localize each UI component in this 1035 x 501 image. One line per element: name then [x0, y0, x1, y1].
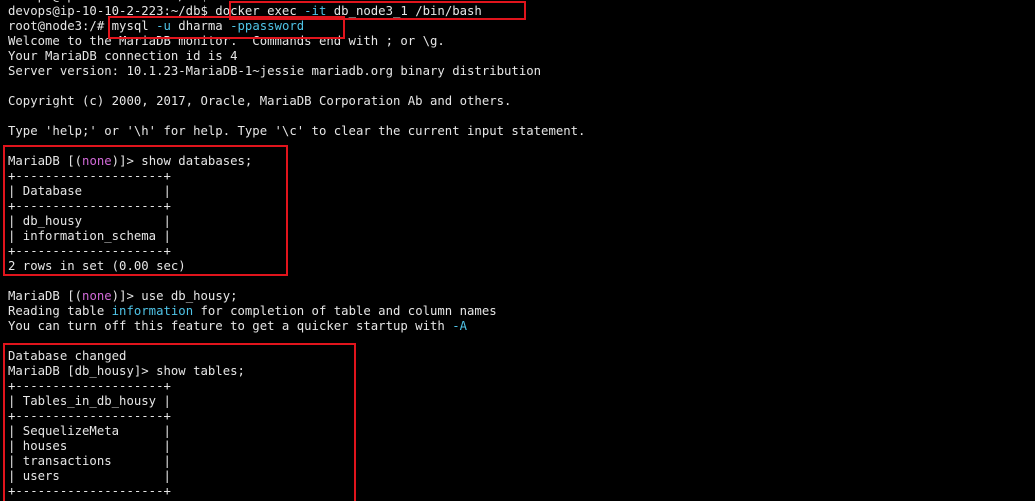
terminal-text: )]> show databases; [111, 154, 253, 168]
terminal-text: none [82, 289, 112, 303]
terminal-text: none [82, 154, 112, 168]
terminal-text: Welcome to the MariaDB monitor. Commands… [8, 34, 445, 48]
terminal-line: MariaDB [(none)]> show databases; [8, 154, 585, 169]
terminal-text: )]> use db_housy; [111, 289, 238, 303]
terminal-line: MariaDB [(none)]> use db_housy; [8, 289, 585, 304]
terminal-text: | houses | [8, 439, 171, 453]
terminal-text: You can turn off this feature to get a q… [8, 319, 453, 333]
terminal-line: Welcome to the MariaDB monitor. Commands… [8, 34, 585, 49]
terminal-line: +--------------------+ [8, 199, 585, 214]
terminal-line: +--------------------+ [8, 379, 585, 394]
terminal-output: devops@ip-10-10-2-223:~/db$ lsdevops@ip-… [8, 0, 585, 499]
terminal-line: | db_housy | [8, 214, 585, 229]
terminal-line: Reading table information for completion… [8, 304, 585, 319]
terminal-text: root@node3:/# mysql [8, 19, 157, 33]
terminal-text: | Tables_in_db_housy | [8, 394, 171, 408]
terminal-text: devops@ip-10-10-2-223:~/db$ ls [8, 0, 230, 3]
terminal-text: -A [452, 319, 468, 333]
terminal-line: 2 rows in set (0.00 sec) [8, 259, 585, 274]
terminal-line: | users | [8, 469, 585, 484]
terminal-text: +--------------------+ [8, 244, 171, 258]
terminal-text: +--------------------+ [8, 169, 171, 183]
terminal-text: for completion of table and column names [193, 304, 497, 318]
terminal-line: | houses | [8, 439, 585, 454]
terminal-line: Database changed [8, 349, 585, 364]
terminal-text: -u [156, 19, 171, 33]
terminal-line: Server version: 10.1.23-MariaDB-1~jessie… [8, 64, 585, 79]
terminal-text: +--------------------+ [8, 199, 171, 213]
terminal-line: devops@ip-10-10-2-223:~/db$ docker exec … [8, 4, 585, 19]
terminal-text: +--------------------+ [8, 484, 171, 498]
terminal-line: +--------------------+ [8, 484, 585, 499]
terminal-text: | transactions | [8, 454, 171, 468]
terminal-line: +--------------------+ [8, 169, 585, 184]
terminal-text: db_node3_1 /bin/bash [326, 4, 482, 18]
terminal-text: information [111, 304, 194, 318]
terminal-text: Reading table [8, 304, 112, 318]
terminal-text: +--------------------+ [8, 379, 171, 393]
terminal-text: 2 rows in set (0.00 sec) [8, 259, 186, 273]
terminal-text: MariaDB [( [8, 289, 83, 303]
terminal-line: | Database | [8, 184, 585, 199]
terminal-text: Server version: 10.1.23-MariaDB-1~jessie… [8, 64, 542, 78]
terminal-text: MariaDB [db_housy]> show tables; [8, 364, 245, 378]
terminal-line: +--------------------+ [8, 409, 585, 424]
terminal-text: dharma [170, 19, 231, 33]
terminal-text: Your MariaDB connection id is 4 [8, 49, 238, 63]
terminal-text: | db_housy | [8, 214, 171, 228]
terminal-line: +--------------------+ [8, 244, 585, 259]
terminal-text: Database changed [8, 349, 127, 363]
terminal-text: +--------------------+ [8, 409, 171, 423]
terminal-text: MariaDB [( [8, 154, 83, 168]
terminal-line: Your MariaDB connection id is 4 [8, 49, 585, 64]
terminal-text: devops@ip-10-10-2-223:~/db$ docker exec [8, 4, 305, 18]
terminal-text: -it [304, 4, 327, 18]
terminal-line: You can turn off this feature to get a q… [8, 319, 585, 334]
terminal-line: Copyright (c) 2000, 2017, Oracle, MariaD… [8, 94, 585, 109]
terminal-line: MariaDB [db_housy]> show tables; [8, 364, 585, 379]
terminal-text: | users | [8, 469, 171, 483]
terminal-text: | SequelizeMeta | [8, 424, 171, 438]
terminal-line: | SequelizeMeta | [8, 424, 585, 439]
terminal-line: | information_schema | [8, 229, 585, 244]
terminal-window[interactable]: devops@ip-10-10-2-223:~/db$ lsdevops@ip-… [0, 0, 1035, 501]
terminal-text: Type 'help;' or '\h' for help. Type '\c'… [8, 124, 586, 138]
terminal-text: | Database | [8, 184, 171, 198]
terminal-line: | Tables_in_db_housy | [8, 394, 585, 409]
terminal-line: | transactions | [8, 454, 585, 469]
terminal-text: | information_schema | [8, 229, 171, 243]
terminal-line: Type 'help;' or '\h' for help. Type '\c'… [8, 124, 585, 139]
terminal-text: -ppassword [230, 19, 305, 33]
terminal-line: root@node3:/# mysql -u dharma -ppassword [8, 19, 585, 34]
terminal-text: Copyright (c) 2000, 2017, Oracle, MariaD… [8, 94, 512, 108]
